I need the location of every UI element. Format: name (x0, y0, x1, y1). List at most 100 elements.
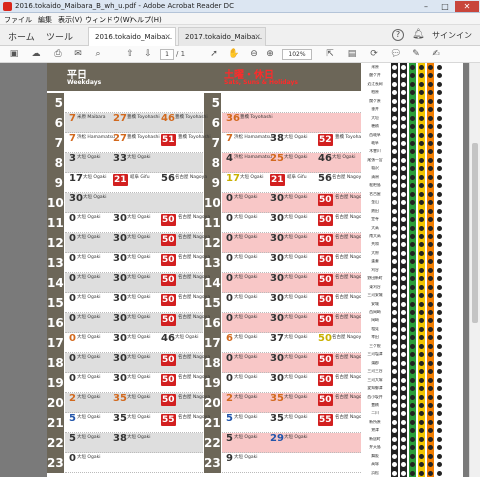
rapid-departure-badge: 50 (161, 234, 176, 246)
stop-dot (401, 107, 406, 113)
stop-dot (428, 242, 433, 248)
vertical-scrollbar[interactable] (469, 63, 480, 477)
fit-page-icon[interactable]: ⇱ (324, 49, 336, 60)
service-line-strip (427, 63, 434, 477)
stop-dot (410, 402, 415, 408)
timetable-row: 12 12 0 大垣 Ogaki 30 大垣 Ogaki 50 名古屋 Nagoya 0 大垣 O… (47, 233, 367, 253)
window-titlebar: 2016.tokaido_Maibara_B_wh_u.pdf - Adobe … (0, 0, 480, 13)
destination-label: 大垣 Ogaki (127, 295, 151, 300)
stop-dot (437, 200, 442, 206)
station-name: 新居町 (369, 436, 381, 441)
stop-dot (428, 419, 433, 425)
stop-dot (392, 124, 397, 130)
stop-dot (428, 293, 433, 299)
stop-dot (437, 191, 442, 197)
stop-dot (428, 208, 433, 214)
bell-icon[interactable]: 🔔︎ (412, 29, 425, 40)
destination-label: 大垣 Ogaki (77, 355, 101, 360)
scrollbar-thumb[interactable] (472, 143, 478, 323)
select-cursor-icon[interactable]: ➚ (208, 49, 220, 60)
stop-dot (410, 377, 415, 383)
weekday-cell: 0 大垣 Ogaki 30 大垣 Ogaki 50 名古屋 Nagoya (65, 253, 210, 273)
departure-minute: 38 (113, 433, 127, 444)
stop-dot (401, 445, 406, 451)
stop-dot (437, 98, 442, 104)
stop-dot (419, 335, 424, 341)
home-tab[interactable]: ホーム (8, 30, 35, 43)
zoom-in-icon[interactable]: ⊕ (264, 49, 276, 60)
sign-icon[interactable]: ✍ (430, 49, 442, 60)
stop-dot (392, 335, 397, 341)
menu-window[interactable]: ウィンドウ(W) (85, 15, 132, 25)
maximize-button[interactable]: □ (436, 1, 454, 12)
previous-page-icon[interactable]: ⇧ (124, 49, 136, 60)
stop-dot (419, 191, 424, 197)
weekend-cell: 0 大垣 Ogaki 30 大垣 Ogaki 50 名古屋 Nagoya (222, 293, 367, 313)
signin-link[interactable]: サインイン (432, 30, 472, 41)
document-tab[interactable]: 2017.tokaido_Maiba... × (178, 27, 266, 46)
destination-label: 大垣 Ogaki (234, 315, 258, 320)
stop-dot (401, 124, 406, 130)
station-name: 逢妻 (371, 259, 379, 264)
highlight-pen-icon[interactable]: ✎ (410, 49, 422, 60)
email-icon[interactable]: ✉ (72, 49, 84, 60)
print-icon[interactable]: ⎙ (52, 49, 64, 60)
destination-label: 大垣 Ogaki (77, 155, 101, 160)
document-tab-active[interactable]: 2016.tokaido_Maiba... × (88, 27, 176, 46)
cloud-upload-icon[interactable]: ☁ (30, 49, 42, 60)
zoom-out-icon[interactable]: ⊖ (248, 49, 260, 60)
menu-view[interactable]: 表示(V) (58, 15, 82, 25)
stop-dot (419, 183, 424, 189)
minimize-button[interactable]: – (417, 1, 435, 12)
weekend-cell: 6 大垣 Ogaki 37 大垣 Ogaki 50 名古屋 Nagoya (222, 333, 364, 353)
stop-dot (392, 233, 397, 239)
close-button[interactable]: ✕ (455, 1, 479, 12)
weekend-cell (222, 93, 361, 113)
scroll-mode-icon[interactable]: ▤ (346, 49, 358, 60)
stop-dot (437, 65, 442, 70)
comment-icon[interactable]: 💬︎ (390, 49, 402, 60)
stop-dot (392, 141, 397, 147)
destination-label: 岐阜 Gifu (287, 175, 307, 180)
weekday-cell: 7 浜松 Hamamatsu 27 豊橋 Toyohashi 51 豊橋 Toyohash… (65, 133, 211, 153)
departure-minute: 46 (318, 153, 332, 164)
stop-dot (419, 124, 424, 130)
station-name: 西小坂井 (367, 394, 383, 399)
stop-dot (419, 377, 424, 383)
search-icon[interactable]: ⌕ (92, 49, 104, 60)
stop-dot (410, 326, 415, 332)
stop-dot (428, 174, 433, 180)
destination-label: 大垣 Ogaki (234, 215, 258, 220)
weekday-cell: 0 大垣 Ogaki 30 大垣 Ogaki 50 名古屋 Nagoya (65, 273, 210, 293)
destination-label: 大垣 Ogaki (77, 435, 101, 440)
tools-tab[interactable]: ツール (46, 30, 73, 43)
save-icon[interactable]: ▣ (8, 49, 20, 60)
stop-dot (437, 326, 442, 332)
departure-minute: 35 (113, 393, 127, 404)
rotate-icon[interactable]: ⟳ (368, 49, 380, 60)
stop-dot (392, 293, 397, 299)
document-viewport[interactable]: 平日 Weekdays 土曜・休日 Sats, Suns & Holidays … (0, 63, 469, 477)
stop-dot (410, 73, 415, 79)
station-name: 蒲郡 (371, 360, 379, 365)
stop-dot (419, 445, 424, 451)
weekday-hour: 16 (47, 313, 64, 333)
close-tab-icon[interactable]: × (254, 32, 261, 41)
departure-minute: 9 (226, 453, 233, 464)
menu-edit[interactable]: 編集 (38, 15, 52, 25)
hand-tool-icon[interactable]: ✋ (228, 49, 240, 60)
stop-dot (419, 436, 424, 442)
menu-file[interactable]: ファイル (4, 15, 32, 25)
weekday-hour: 12 (47, 233, 64, 253)
page-number-input[interactable]: 1 (160, 49, 174, 60)
close-tab-icon[interactable]: × (164, 32, 171, 41)
destination-label: 大垣 Ogaki (284, 155, 308, 160)
stop-dot (428, 250, 433, 256)
zoom-level-select[interactable]: 102% (282, 49, 312, 60)
next-page-icon[interactable]: ⇩ (142, 49, 154, 60)
help-icon[interactable]: ? (392, 29, 404, 41)
departure-minute: 30 (113, 313, 127, 324)
menu-help[interactable]: ヘルプ(H) (130, 15, 162, 25)
stop-dot (437, 462, 442, 468)
departure-minute: 0 (69, 253, 76, 264)
